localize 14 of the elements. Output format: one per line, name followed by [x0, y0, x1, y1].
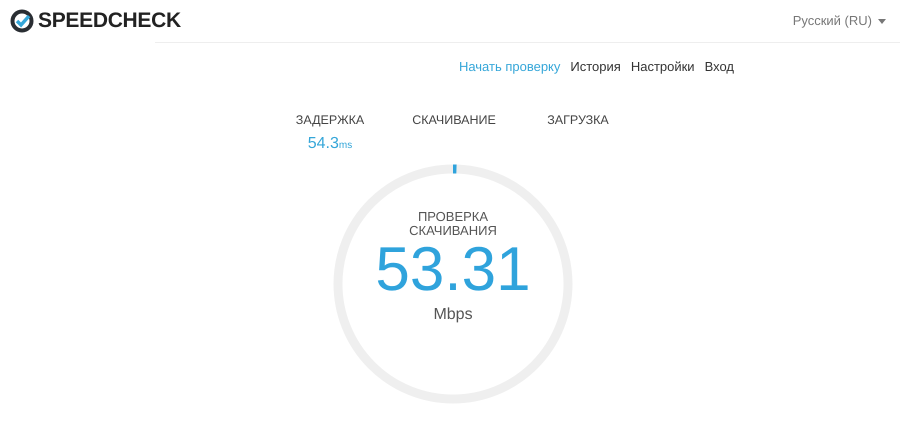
stat-value: 54.3ms [308, 134, 352, 154]
nav-link[interactable]: Вход [704, 57, 734, 76]
nav-link[interactable]: История [570, 57, 621, 76]
language-dropdown[interactable]: Русский (RU) [786, 10, 892, 32]
nav-link[interactable]: Настройки [630, 57, 695, 76]
stat-label: ЗАДЕРЖКА [296, 112, 364, 128]
logo-text: SPEEDCHECK [38, 8, 181, 34]
speed-unit: Mbps [433, 305, 473, 326]
stat-label: СКАЧИВАНИЕ [412, 112, 496, 128]
logo-icon [10, 9, 34, 33]
speed-value: 53.31 [375, 239, 531, 302]
gauge-caption: ПРОВЕРКА СКАЧИВАНИЯ [408, 210, 498, 238]
caret-icon [878, 18, 886, 24]
stat-label: ЗАГРУЗКА [547, 112, 609, 128]
